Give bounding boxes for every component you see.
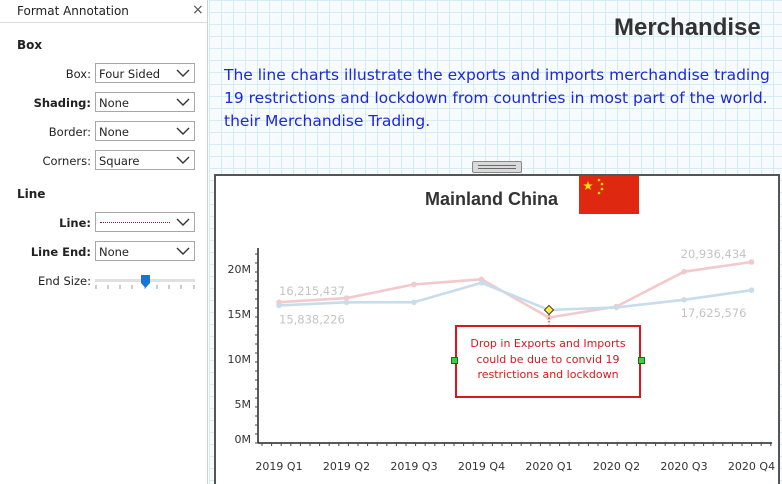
data-label: 17,625,576 (681, 306, 747, 320)
chart-container: 0M 5M 10M 15M 20M 2019 Q1 2019 Q2 2019 Q3 2019 Q… (214, 174, 780, 484)
border-dropdown[interactable]: None (95, 121, 195, 141)
annotation-line: Drop in Exports and Imports (470, 337, 626, 350)
corners-dropdown-value: Square (99, 154, 140, 168)
chevron-down-icon (176, 218, 190, 226)
y-tick-label: 10M (228, 353, 252, 366)
chevron-down-icon (176, 127, 190, 135)
annotation-resize-handle-right[interactable] (638, 357, 645, 364)
box-dropdown-value: Four Sided (99, 67, 161, 81)
description-line: their Merchandise Trading. (224, 112, 431, 130)
annotation-line: could be due to convid 19 (476, 352, 620, 366)
y-tick-label: 15M (228, 308, 252, 321)
data-point (681, 268, 687, 275)
dashboard-canvas: Merchandise The line charts illustrate t… (209, 0, 782, 484)
shading-dropdown[interactable]: None (95, 92, 195, 112)
data-label: 16,215,437 (279, 284, 345, 298)
flag-star (600, 187, 604, 191)
flag-star (597, 178, 601, 182)
corners-label: Corners: (42, 154, 91, 168)
description-text: The line charts illustrate the exports a… (224, 64, 782, 133)
x-tick-label: 2020 Q4 (728, 460, 775, 473)
border-dropdown-value: None (99, 125, 130, 139)
line-end-dropdown[interactable]: None (95, 241, 195, 261)
data-point (748, 259, 755, 265)
x-tick-label: 2019 Q1 (255, 460, 302, 473)
corners-dropdown[interactable]: Square (95, 150, 195, 170)
annotation-resize-handle-left[interactable] (451, 357, 458, 364)
data-point (411, 299, 417, 306)
data-point (276, 302, 282, 309)
description-line: The line charts illustrate the exports a… (224, 66, 770, 84)
data-point (478, 280, 485, 286)
close-icon[interactable]: × (192, 2, 204, 18)
line-label: Line: (59, 216, 91, 230)
border-label: Border: (48, 125, 91, 139)
annotation-box[interactable]: Drop in Exports and Imports could be due… (451, 325, 645, 398)
x-tick-label: 2020 Q1 (525, 460, 572, 473)
x-tick-label: 2020 Q2 (593, 460, 640, 473)
chevron-down-icon (176, 69, 190, 77)
box-section-title: Box (17, 38, 43, 52)
x-tick-label: 2019 Q4 (458, 460, 505, 473)
shading-label: Shading: (33, 96, 91, 110)
data-point (343, 299, 350, 306)
data-point (613, 304, 620, 311)
shading-dropdown-value: None (99, 96, 130, 110)
china-flag-icon (579, 176, 639, 214)
data-point (411, 281, 417, 288)
line-end-label: Line End: (30, 245, 91, 259)
line-end-dropdown-value: None (99, 245, 130, 259)
x-tick-label: 2019 Q3 (390, 460, 437, 473)
end-size-label: End Size: (38, 274, 91, 288)
x-tick-label: 2020 Q3 (660, 460, 707, 473)
dotted-line-swatch (100, 222, 170, 223)
data-point (681, 297, 687, 303)
end-size-slider[interactable] (95, 275, 195, 291)
y-tick-label: 20M (228, 263, 252, 276)
y-tick-label: 0M (235, 433, 252, 446)
slider-thumb[interactable] (140, 275, 150, 288)
box-label: Box: (65, 67, 91, 81)
annotation-line: restrictions and lockdown (477, 368, 619, 381)
data-label: 15,838,226 (279, 312, 345, 326)
line-style-dropdown[interactable] (95, 212, 195, 232)
pane-title: Format Annotation (17, 4, 129, 18)
chevron-down-icon (176, 98, 190, 106)
y-tick-label: 5M (235, 398, 252, 411)
box-dropdown[interactable]: Four Sided (95, 63, 195, 83)
chart-title: Mainland China (425, 189, 559, 209)
pane-header: Format Annotation × (0, 0, 207, 23)
format-annotation-pane: Format Annotation × Box Box: Four Sided … (0, 0, 208, 484)
flag-star (597, 191, 601, 195)
data-label: 20,936,434 (681, 247, 747, 261)
annotation-anchor-handle[interactable] (543, 304, 555, 316)
chevron-down-icon (176, 247, 190, 255)
move-handle[interactable] (472, 161, 522, 173)
description-line: 19 restrictions and lockdown from countr… (224, 89, 768, 107)
x-tick-label: 2019 Q2 (323, 460, 370, 473)
data-point (748, 287, 755, 293)
dashboard-title: Merchandise (614, 14, 761, 41)
line-section-title: Line (17, 187, 46, 201)
chevron-down-icon (176, 156, 190, 164)
flag-star (600, 182, 604, 186)
